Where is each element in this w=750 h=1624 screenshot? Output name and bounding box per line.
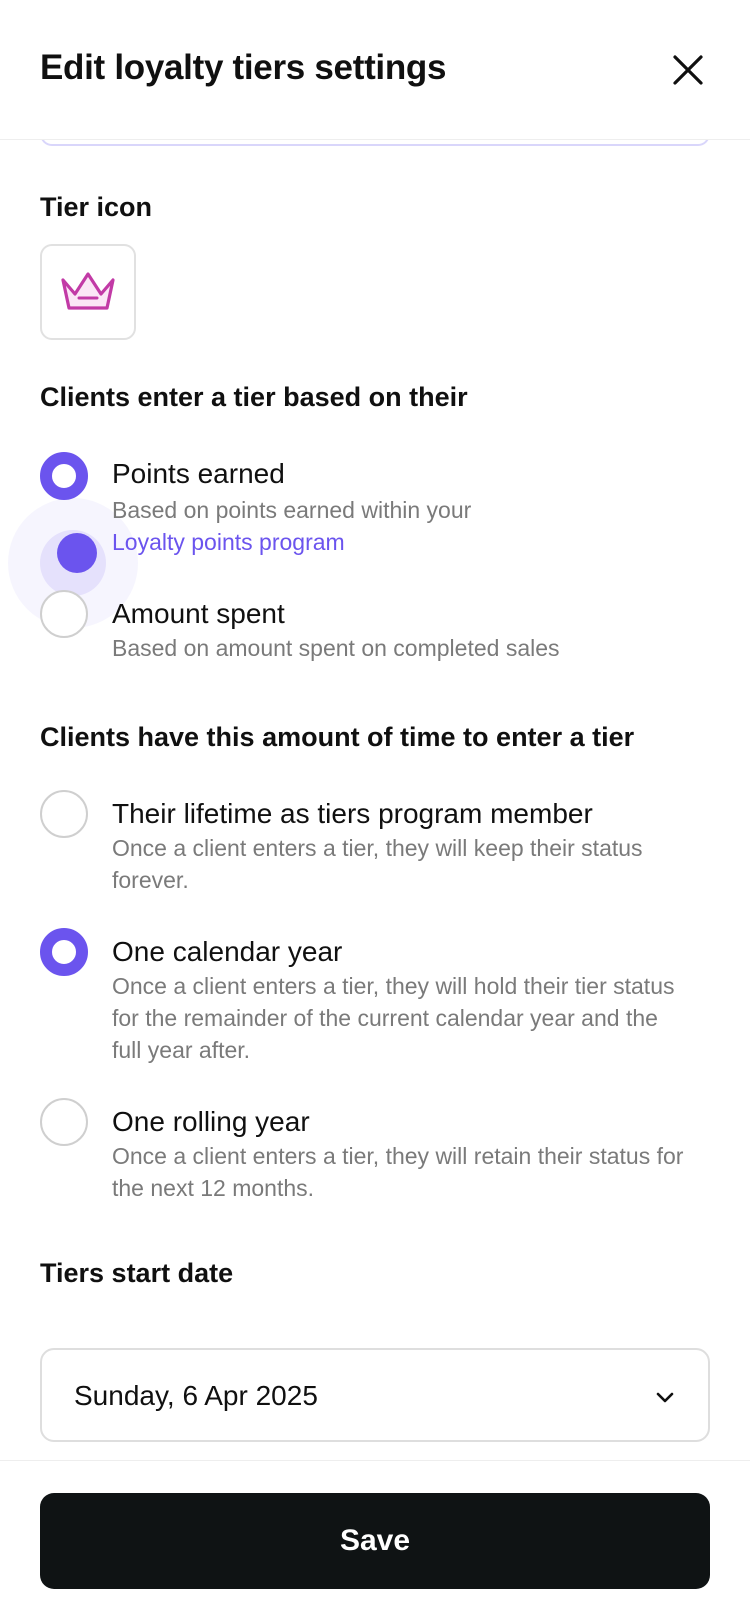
crown-icon <box>61 272 115 310</box>
tier-icon-label: Tier icon <box>40 192 153 222</box>
chevron-down-icon <box>656 1392 674 1403</box>
option-title-points-earned: Points earned <box>112 458 285 489</box>
tier-icon-picker[interactable] <box>40 244 136 340</box>
touch-indicator <box>57 533 97 573</box>
radio-calendar-year[interactable] <box>40 928 88 976</box>
option-desc-amount-spent: Based on amount spent on completed sales <box>112 635 560 661</box>
start-date-select[interactable]: Sunday, 6 Apr 2025 <box>40 1348 710 1442</box>
radio-rolling-year[interactable] <box>40 1098 88 1146</box>
radio-points-earned[interactable] <box>40 452 88 500</box>
save-button[interactable]: Save <box>40 1493 710 1589</box>
footer: Save <box>0 1460 750 1624</box>
settings-form: Tier icon Clients enter a tier based on … <box>0 140 750 1460</box>
option-title-rolling-year: One rolling year <box>112 1106 310 1137</box>
close-icon[interactable] <box>668 50 708 90</box>
radio-lifetime[interactable] <box>40 790 88 838</box>
header: Edit loyalty tiers settings <box>0 0 750 140</box>
time-window-heading: Clients have this amount of time to ente… <box>40 722 635 752</box>
option-title-calendar-year: One calendar year <box>112 936 343 967</box>
option-desc-rolling-year: Once a client enters a tier, they will r… <box>112 1143 684 1201</box>
start-date-value: Sunday, 6 Apr 2025 <box>74 1380 318 1411</box>
page-title: Edit loyalty tiers settings <box>40 48 447 87</box>
option-title-amount-spent: Amount spent <box>112 598 285 629</box>
option-desc-calendar-year: Once a client enters a tier, they will h… <box>112 973 675 1063</box>
option-desc-points-earned: Based on points earned within your Loyal… <box>112 494 692 558</box>
loyalty-points-program-link[interactable]: Loyalty points program <box>112 526 692 558</box>
option-desc-lifetime: Once a client enters a tier, they will k… <box>112 835 643 893</box>
radio-amount-spent[interactable] <box>40 590 88 638</box>
enter-basis-heading: Clients enter a tier based on their <box>40 382 468 412</box>
start-date-label: Tiers start date <box>40 1258 234 1288</box>
option-title-lifetime: Their lifetime as tiers program member <box>112 798 593 829</box>
points-earned-desc-text: Based on points earned within your <box>112 497 472 523</box>
